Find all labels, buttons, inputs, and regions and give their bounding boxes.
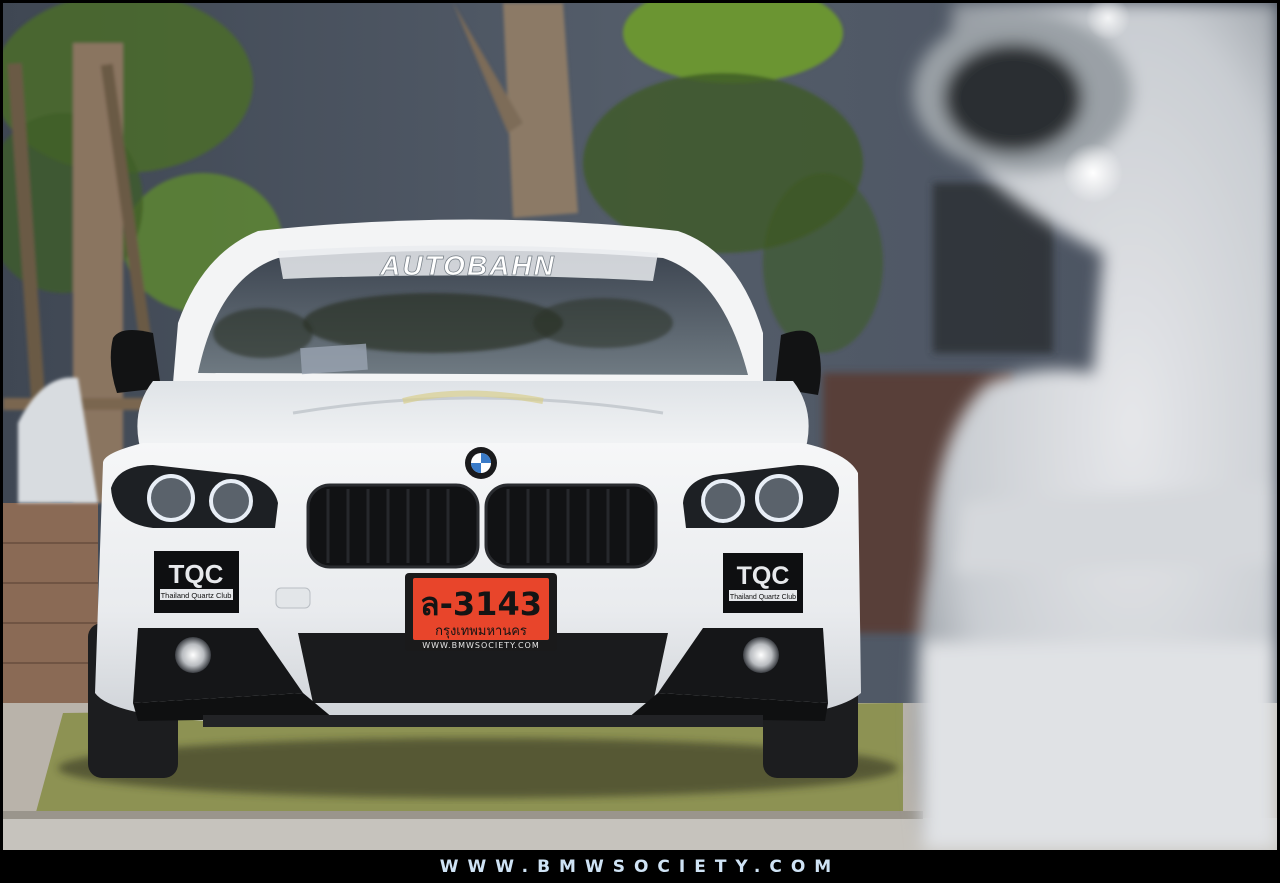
license-plate: ล-3143 กรุงเทพมหานคร WWW.BMWSOCIETY.COM — [405, 573, 557, 651]
photo-frame: AUTOBAHN TQC Thailand Quartz Club TQC Th… — [0, 0, 1280, 883]
tqc-badge-right: TQC Thailand Quartz Club — [723, 553, 803, 613]
grille-left — [306, 483, 480, 569]
tqc-badge-left: TQC Thailand Quartz Club — [154, 551, 239, 613]
lens-flare — [1063, 143, 1123, 203]
website-watermark: WWW.BMWSOCIETY.COM — [439, 856, 841, 877]
watermark-footer: WWW.BMWSOCIETY.COM — [0, 850, 1280, 883]
tqc-logo-text: TQC — [169, 559, 224, 589]
tqc-club-name: Thailand Quartz Club — [730, 594, 796, 601]
windshield-banner-text: AUTOBAHN — [379, 250, 556, 281]
blurred-foreground-car — [913, 3, 1277, 850]
bmw-car: AUTOBAHN TQC Thailand Quartz Club TQC Th… — [95, 219, 861, 727]
tqc-logo-text: TQC — [737, 562, 790, 590]
plate-frame-text: WWW.BMWSOCIETY.COM — [422, 641, 540, 650]
fog-light-left — [175, 637, 211, 673]
tqc-club-name: Thailand Quartz Club — [161, 591, 232, 600]
plate-province: กรุงเทพมหานคร — [435, 624, 527, 639]
grille-right — [484, 483, 658, 569]
stone-wall — [3, 503, 98, 713]
plate-number: ล-3143 — [420, 585, 542, 623]
car-photo: AUTOBAHN TQC Thailand Quartz Club TQC Th… — [3, 3, 1277, 850]
bmw-logo — [465, 447, 497, 479]
photo-scene: AUTOBAHN TQC Thailand Quartz Club TQC Th… — [3, 3, 1277, 850]
fog-light-right — [743, 637, 779, 673]
